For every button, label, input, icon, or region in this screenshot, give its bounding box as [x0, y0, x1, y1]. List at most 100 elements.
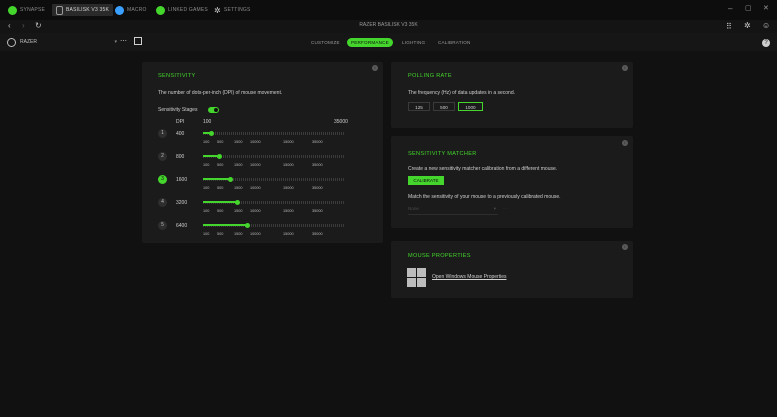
help-icon[interactable]: ? [762, 39, 770, 47]
tab-performance[interactable]: PERFORMANCE [347, 38, 393, 47]
profile-select[interactable]: RAZER ▾ [7, 37, 117, 47]
sensitivity-stages-label: Sensitivity Stages [158, 107, 198, 113]
maximize-button[interactable]: ▢ [745, 4, 752, 12]
info-icon[interactable]: i [622, 140, 628, 146]
dpi-stage-5-badge[interactable]: 5 [158, 221, 167, 230]
tab-calibration[interactable]: CALIBRATION [438, 38, 471, 47]
dpi-tick-label: 10000 [250, 163, 261, 167]
mouse-icon [56, 5, 63, 15]
dpi-tick-label: 500 [217, 140, 224, 144]
dpi-range-max: 35000 [334, 119, 348, 125]
dpi-stage-3-badge[interactable]: 3 [158, 175, 167, 184]
dpi-tick-label: 1500 [234, 186, 243, 190]
dpi-stage-3-value[interactable]: 1600 [176, 177, 187, 183]
dpi-tick-label: 15000 [283, 140, 294, 144]
dpi-stage-2-slider-handle[interactable] [217, 153, 222, 159]
dpi-stage-4-slider-handle[interactable] [235, 199, 240, 205]
dpi-range-min: 100 [203, 119, 212, 125]
dpi-tick-label: 100 [203, 232, 210, 236]
dpi-stage-1-value[interactable]: 400 [176, 131, 184, 137]
more-options-icon[interactable]: ⋯ [503, 206, 508, 212]
dpi-tick-label: 10000 [250, 209, 261, 213]
polling-125-button[interactable]: 125 [408, 102, 430, 111]
polling-500-button[interactable]: 500 [433, 102, 455, 111]
onboard-memory-icon[interactable] [134, 37, 142, 45]
macro-icon [115, 5, 124, 15]
more-options-icon[interactable]: ⋯ [120, 37, 127, 45]
dpi-tick-label: 1500 [234, 232, 243, 236]
account-icon[interactable]: ☺ [762, 21, 770, 30]
tab-lighting[interactable]: LIGHTING [402, 38, 425, 47]
info-icon[interactable]: i [372, 65, 378, 71]
device-title: RAZER BASILISK V3 35K [359, 22, 418, 28]
dpi-stage-2-value[interactable]: 800 [176, 154, 184, 160]
dpi-stage-4-badge[interactable]: 4 [158, 198, 167, 207]
calibrated-mouse-select[interactable]: None ▾ [408, 206, 498, 215]
sensitivity-matcher-title: SENSITIVITY MATCHER [408, 151, 477, 157]
tab-macro[interactable]: MACRO [115, 4, 147, 16]
dpi-stage-5-value[interactable]: 6400 [176, 223, 187, 229]
mouse-properties-panel [391, 241, 633, 298]
dpi-tick-label: 35000 [312, 163, 323, 167]
dpi-tick-label: 500 [217, 232, 224, 236]
dpi-tick-label: 35000 [312, 209, 323, 213]
dpi-stage-1-track[interactable] [203, 132, 344, 135]
dpi-stage-5-fill [203, 224, 247, 226]
polling-rate-description: The frequency (Hz) of data updates in a … [408, 90, 516, 96]
dpi-tick-label: 500 [217, 209, 224, 213]
dpi-stage-4-fill [203, 201, 237, 203]
dpi-tick-label: 100 [203, 163, 210, 167]
dpi-tick-label: 15000 [283, 163, 294, 167]
dpi-tick-label: 1500 [234, 140, 243, 144]
tab-basilisk[interactable]: BASILISK V3 35K [52, 4, 114, 16]
chevron-down-icon: ▾ [114, 39, 117, 45]
dpi-stage-2-track[interactable] [203, 155, 344, 158]
profile-icon [7, 37, 16, 47]
dpi-tick-label: 1500 [234, 209, 243, 213]
linked-games-icon [156, 5, 165, 15]
chevron-down-icon: ▾ [493, 206, 496, 211]
dpi-tick-label: 1500 [234, 163, 243, 167]
dpi-tick-label: 10000 [250, 140, 261, 144]
sensitivity-description: The number of dots-per-inch (DPI) of mou… [158, 90, 283, 96]
windows-logo-icon [407, 268, 426, 287]
sensitivity-title: SENSITIVITY [158, 73, 196, 79]
dpi-stage-5-slider-handle[interactable] [245, 222, 250, 228]
tab-settings[interactable]: ✲ SETTINGS [214, 4, 251, 16]
close-button[interactable]: ✕ [763, 4, 769, 12]
minimize-button[interactable]: – [728, 4, 732, 13]
dpi-tick-label: 500 [217, 186, 224, 190]
dpi-stage-2-badge[interactable]: 2 [158, 152, 167, 161]
sensitivity-stages-toggle[interactable] [208, 107, 219, 113]
dpi-tick-label: 100 [203, 140, 210, 144]
dpi-stage-1-slider-handle[interactable] [209, 130, 214, 136]
polling-1000-button[interactable]: 1000 [458, 102, 483, 111]
dpi-tick-label: 15000 [283, 232, 294, 236]
polling-rate-title: POLLING RATE [408, 73, 452, 79]
dpi-tick-label: 35000 [312, 232, 323, 236]
razer-logo-icon [8, 5, 17, 15]
grid-icon[interactable]: ⠿ [726, 22, 732, 31]
calibrate-button[interactable]: CALIBRATE [408, 176, 444, 185]
dpi-tick-label: 15000 [283, 186, 294, 190]
dpi-header: DPI [176, 119, 185, 125]
dpi-stage-3-slider-handle[interactable] [228, 176, 233, 182]
info-icon[interactable]: i [622, 244, 628, 250]
dpi-stage-3-fill [203, 178, 230, 180]
tab-synapse[interactable]: SYNAPSE [8, 4, 45, 16]
dpi-stage-1-badge[interactable]: 1 [158, 129, 167, 138]
dpi-tick-label: 100 [203, 186, 210, 190]
dpi-tick-label: 500 [217, 163, 224, 167]
mouse-properties-title: MOUSE PROPERTIES [408, 253, 471, 259]
sensitivity-matcher-description: Create a new sensitivity matcher calibra… [408, 166, 558, 172]
dpi-tick-label: 10000 [250, 232, 261, 236]
dpi-stage-4-value[interactable]: 3200 [176, 200, 187, 206]
tab-linked-games[interactable]: LINKED GAMES [156, 4, 208, 16]
tab-customize[interactable]: CUSTOMIZE [311, 38, 340, 47]
settings-gear-icon[interactable]: ✲ [744, 21, 751, 30]
dpi-tick-label: 35000 [312, 140, 323, 144]
dpi-tick-label: 10000 [250, 186, 261, 190]
dpi-tick-label: 35000 [312, 186, 323, 190]
open-mouse-properties-link[interactable]: Open Windows Mouse Properties [432, 274, 506, 280]
info-icon[interactable]: i [622, 65, 628, 71]
